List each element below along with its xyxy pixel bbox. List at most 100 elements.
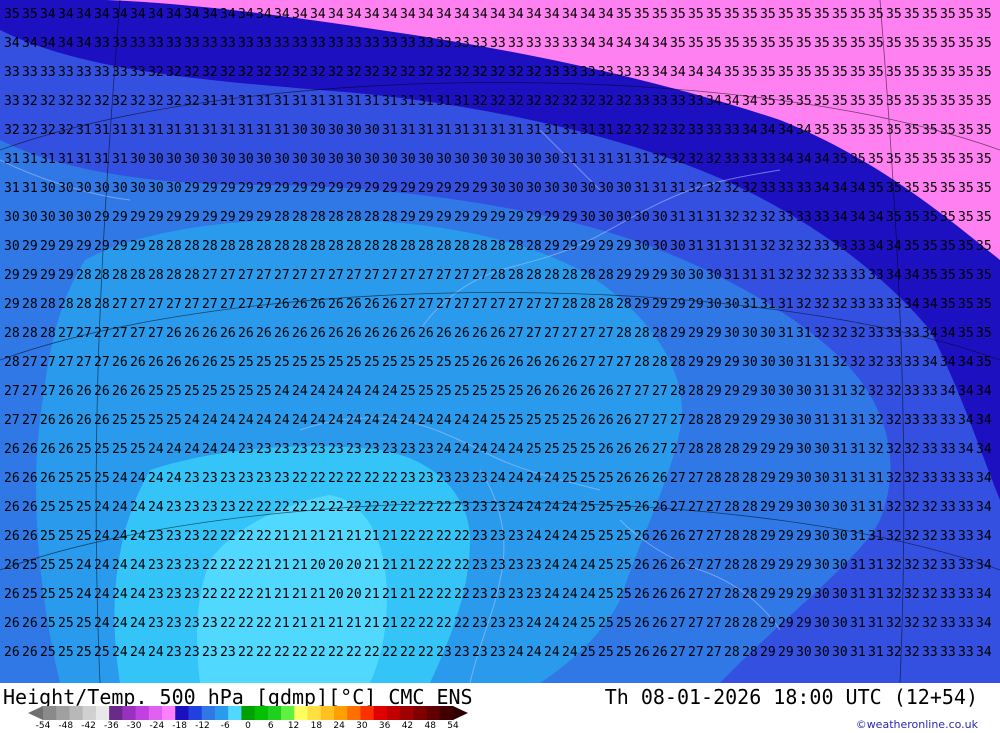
contour-label: 28: [256, 239, 272, 254]
contour-label: 28: [634, 355, 650, 370]
contour-label: 32: [814, 268, 830, 283]
contour-label: 32: [670, 152, 686, 167]
contour-label: 24: [148, 645, 164, 660]
contour-label: 21: [364, 558, 380, 573]
contour-label: 31: [94, 123, 110, 138]
contour-label: 27: [526, 326, 542, 341]
contour-label: 32: [364, 65, 380, 80]
contour-label: 35: [976, 7, 992, 22]
contour-label: 28: [166, 268, 182, 283]
contour-label: 31: [238, 94, 254, 109]
contour-label: 30: [4, 239, 20, 254]
contour-label: 28: [472, 239, 488, 254]
contour-label: 24: [436, 413, 452, 428]
contour-label: 30: [796, 442, 812, 457]
contour-label: 28: [508, 239, 524, 254]
contour-label: 33: [202, 36, 218, 51]
contour-label: 23: [256, 471, 272, 486]
contour-label: 34: [886, 239, 902, 254]
contour-label: 35: [868, 181, 884, 196]
contour-label: 29: [472, 181, 488, 196]
contour-label: 27: [130, 326, 146, 341]
contour-label: 34: [58, 7, 74, 22]
contour-label: 26: [4, 471, 20, 486]
contour-label: 31: [850, 442, 866, 457]
contour-label: 24: [508, 442, 524, 457]
contour-label: 29: [670, 297, 686, 312]
contour-label: 29: [796, 587, 812, 602]
contour-label: 30: [364, 152, 380, 167]
contour-label: 30: [742, 355, 758, 370]
scale-tick-label: -54: [35, 721, 51, 731]
contour-label: 22: [364, 500, 380, 515]
contour-label: 23: [184, 529, 200, 544]
contour-label: 28: [94, 297, 110, 312]
contour-label: 25: [616, 558, 632, 573]
contour-label: 29: [760, 413, 776, 428]
contour-label: 26: [58, 413, 74, 428]
contour-label: 23: [526, 558, 542, 573]
contour-label: 35: [904, 36, 920, 51]
contour-label: 24: [544, 645, 560, 660]
contour-label: 33: [958, 645, 974, 660]
contour-label: 33: [112, 65, 128, 80]
contour-label: 35: [22, 7, 38, 22]
contour-label: 31: [742, 268, 758, 283]
credit[interactable]: ©weatheronline.co.uk: [856, 718, 978, 731]
contour-label: 27: [94, 326, 110, 341]
contour-label: 29: [760, 558, 776, 573]
contour-label: 27: [688, 558, 704, 573]
contour-label: 33: [238, 36, 254, 51]
contour-label: 27: [148, 297, 164, 312]
contour-label: 22: [418, 529, 434, 544]
contour-label: 32: [814, 326, 830, 341]
contour-label: 35: [724, 65, 740, 80]
contour-label: 26: [634, 645, 650, 660]
contour-label: 31: [850, 558, 866, 573]
contour-label: 32: [166, 65, 182, 80]
contour-label: 25: [598, 587, 614, 602]
contour-label: 26: [274, 297, 290, 312]
contour-label: 29: [220, 181, 236, 196]
contour-label: 32: [760, 210, 776, 225]
contour-label: 28: [220, 239, 236, 254]
contour-label: 24: [112, 616, 128, 631]
contour-label: 33: [760, 152, 776, 167]
contour-label: 23: [238, 442, 254, 457]
contour-label: 22: [256, 645, 272, 660]
contour-label: 25: [580, 500, 596, 515]
contour-label: 33: [868, 297, 884, 312]
scale-low-arrow: [28, 706, 43, 720]
contour-label: 32: [796, 268, 812, 283]
contour-label: 27: [526, 297, 542, 312]
contour-label: 30: [256, 152, 272, 167]
contour-labels: 35 35 34 34 34 34 34 34 34 34 34 34 34 34 34 34 34 34 34 34…: [4, 7, 992, 660]
contour-label: 27: [688, 471, 704, 486]
contour-label: 35: [922, 181, 938, 196]
contour-label: 26: [634, 442, 650, 457]
contour-label: 33: [562, 65, 578, 80]
contour-label: 31: [580, 152, 596, 167]
contour-label: 33: [850, 297, 866, 312]
contour-label: 27: [490, 297, 506, 312]
contour-label: 30: [22, 210, 38, 225]
contour-label: 30: [58, 181, 74, 196]
contour-label: 29: [508, 210, 524, 225]
contour-label: 22: [454, 558, 470, 573]
contour-label: 32: [796, 239, 812, 254]
contour-label: 23: [454, 500, 470, 515]
scale-tick-label: 42: [401, 721, 414, 731]
contour-label: 24: [544, 529, 560, 544]
contour-label: 25: [382, 355, 398, 370]
contour-label: 24: [310, 384, 326, 399]
contour-label: 28: [616, 326, 632, 341]
contour-label: 22: [400, 645, 416, 660]
contour-label: 24: [202, 442, 218, 457]
contour-label: 23: [184, 616, 200, 631]
contour-label: 30: [346, 152, 362, 167]
contour-label: 26: [58, 442, 74, 457]
contour-label: 33: [508, 36, 524, 51]
contour-label: 35: [886, 65, 902, 80]
contour-label: 22: [202, 558, 218, 573]
contour-label: 30: [832, 529, 848, 544]
